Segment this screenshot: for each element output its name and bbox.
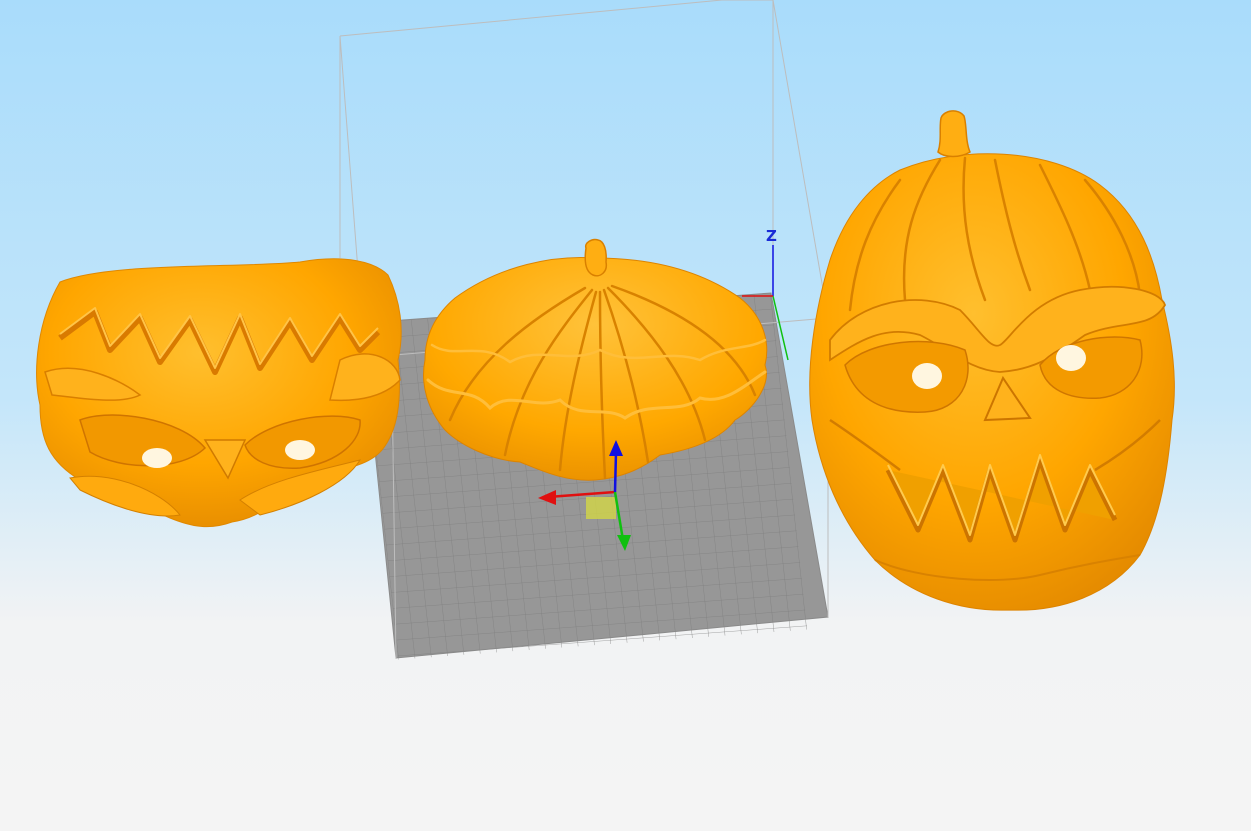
- scene-canvas[interactable]: Z: [0, 0, 1251, 831]
- z-axis-label: Z: [766, 227, 777, 245]
- 3d-viewport[interactable]: Z: [0, 0, 1251, 831]
- left-eye-hole: [912, 363, 942, 389]
- right-eye-hole: [1056, 345, 1086, 371]
